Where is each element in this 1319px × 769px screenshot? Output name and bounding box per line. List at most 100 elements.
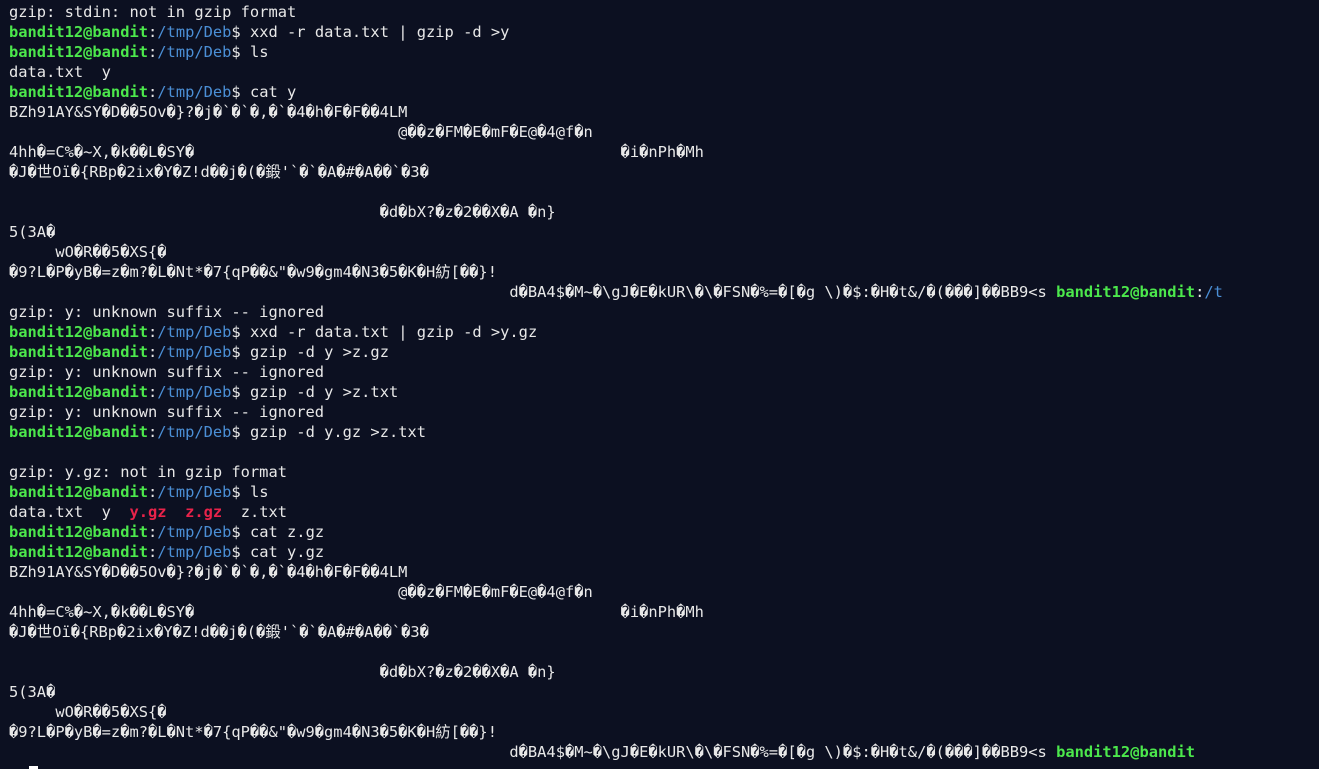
terminal-line: �J�世Oï�{RBp�2ix�Y�Z!d��j�(�鍛'`�`�A�#�A��… bbox=[9, 162, 1319, 182]
command-text: ls bbox=[249, 483, 269, 501]
prompt-dollar: $ bbox=[231, 23, 250, 41]
prompt-path: /tmp/Deb bbox=[157, 523, 232, 541]
terminal-line: gzip: y: unknown suffix -- ignored bbox=[9, 402, 1319, 422]
command-text: cat y.gz bbox=[249, 543, 325, 561]
output-text: gzip: y: unknown suffix -- ignored bbox=[9, 303, 325, 321]
prompt-separator: : bbox=[148, 423, 158, 441]
output-text: 4hh�=C%�~X,�k��L�SY� �i�nPh�Mh bbox=[9, 603, 704, 621]
terminal-output: gzip: stdin: not in gzip format bandit12@… bbox=[9, 2, 1319, 769]
prompt-path: /tmp/Deb bbox=[157, 543, 232, 561]
archive-filename: z.gz bbox=[185, 503, 223, 521]
prompt-dollar: $ bbox=[231, 523, 250, 541]
prompt-path: /tmp/Deb bbox=[157, 383, 232, 401]
prompt-path: /tmp/Deb bbox=[157, 423, 232, 441]
terminal-window[interactable]: gzip: stdin: not in gzip format bandit12@… bbox=[0, 0, 1319, 769]
prompt-user: bandit12@bandit bbox=[1056, 743, 1196, 761]
command-line: bandit12@bandit:/tmp/Deb$ gzip -d y.gz >… bbox=[9, 422, 1319, 442]
prompt-separator: : bbox=[1195, 283, 1205, 301]
archive-filename: y.gz bbox=[129, 503, 167, 521]
output-text: BZh91AY&SY�D��5Ov�}?�j�`�`�,�`�4�h�F�F��… bbox=[9, 563, 408, 581]
command-line: bandit12@bandit:/tmp/Deb$ gzip -d y >z.g… bbox=[9, 342, 1319, 362]
command-text: ls bbox=[249, 43, 269, 61]
prompt-path: /tmp/Deb bbox=[157, 83, 232, 101]
terminal-line: gzip: stdin: not in gzip format bbox=[9, 2, 1319, 22]
prompt-dollar: $ bbox=[231, 83, 250, 101]
prompt-path: /tmp/Deb bbox=[157, 23, 232, 41]
output-text: @��z�FM�E�mF�E@�4@f�n bbox=[9, 123, 593, 141]
command-text: cat y bbox=[249, 83, 297, 101]
prompt-user: bandit12@bandit bbox=[9, 423, 148, 441]
command-text: xxd -r data.txt | gzip -d >y.gz bbox=[249, 323, 538, 341]
output-text: �J�世Oï�{RBp�2ix�Y�Z!d��j�(�鍛'`�`�A�#�A��… bbox=[9, 163, 429, 181]
terminal-line: �9?L�P�yB�=z�m?�L�Nt*�7{qP��&"�w9�gm4�N3… bbox=[9, 262, 1319, 282]
command-line: bandit12@bandit:/tmp/Deb$ cat y bbox=[9, 82, 1319, 102]
prompt-separator: : bbox=[148, 43, 158, 61]
terminal-line: �d�bX?�z�2��X�A �n} bbox=[9, 202, 1319, 222]
prompt-separator: : bbox=[148, 543, 158, 561]
prompt-dollar: $ bbox=[231, 323, 250, 341]
prompt-path: /tmp/Deb bbox=[157, 43, 232, 61]
prompt-user: bandit12@bandit bbox=[9, 83, 148, 101]
command-text: gzip -d y >z.gz bbox=[249, 343, 389, 361]
prompt-path: /tmp/Deb bbox=[157, 343, 232, 361]
output-text: �J�世Oï�{RBp�2ix�Y�Z!d��j�(�鍛'`�`�A�#�A��… bbox=[9, 623, 429, 641]
terminal-line: wO�R��5�XS{� bbox=[9, 242, 1319, 262]
output-text: �9?L�P�yB�=z�m?�L�Nt*�7{qP��&"�w9�gm4�N3… bbox=[9, 263, 497, 281]
command-text: gzip -d y.gz >z.txt bbox=[249, 423, 427, 441]
output-text: gzip: y: unknown suffix -- ignored bbox=[9, 403, 325, 421]
terminal-line: 4hh�=C%�~X,�k��L�SY� �i�nPh�Mh bbox=[9, 142, 1319, 162]
output-text: 4hh�=C%�~X,�k��L�SY� �i�nPh�Mh bbox=[9, 143, 704, 161]
command-line: bandit12@bandit:/tmp/Deb$ cat y.gz bbox=[9, 542, 1319, 562]
prompt-dollar: $ bbox=[231, 423, 250, 441]
prompt-separator: : bbox=[148, 383, 158, 401]
prompt-user: bandit12@bandit bbox=[9, 543, 148, 561]
terminal-line: data.txt y bbox=[9, 62, 1319, 82]
terminal-line: @��z�FM�E�mF�E@�4@f�n bbox=[9, 122, 1319, 142]
output-text: gzip: y: unknown suffix -- ignored bbox=[9, 363, 325, 381]
prompt-user: bandit12@bandit bbox=[9, 323, 148, 341]
input-line[interactable] bbox=[9, 762, 1319, 769]
prompt-path: /tmp/Deb bbox=[157, 323, 232, 341]
output-text: gzip: y.gz: not in gzip format bbox=[9, 463, 287, 481]
prompt-separator: : bbox=[148, 23, 158, 41]
prompt-separator: : bbox=[148, 483, 158, 501]
text-cursor[interactable] bbox=[29, 765, 38, 769]
prompt-path-partial: /t bbox=[1204, 283, 1223, 301]
command-line: bandit12@bandit:/tmp/Deb$ gzip -d y >z.t… bbox=[9, 382, 1319, 402]
prompt-separator: : bbox=[148, 83, 158, 101]
command-line: bandit12@bandit:/tmp/Deb$ xxd -r data.tx… bbox=[9, 322, 1319, 342]
prompt-separator: : bbox=[148, 343, 158, 361]
terminal-line: gzip: y: unknown suffix -- ignored bbox=[9, 362, 1319, 382]
prompt-user: bandit12@bandit bbox=[9, 383, 148, 401]
terminal-line: gzip: y: unknown suffix -- ignored bbox=[9, 302, 1319, 322]
command-line: bandit12@bandit:/tmp/Deb$ cat z.gz bbox=[9, 522, 1319, 542]
command-line: bandit12@bandit:/tmp/Deb$ ls bbox=[9, 482, 1319, 502]
prompt-dollar: $ bbox=[231, 343, 250, 361]
output-text: wO�R��5�XS{� bbox=[9, 703, 167, 721]
output-text: wO�R��5�XS{� bbox=[9, 243, 167, 261]
ls-output: data.txt y y.gz z.gz z.txt bbox=[9, 502, 1319, 522]
prompt-path: /tmp/Deb bbox=[157, 483, 232, 501]
output-text: @��z�FM�E�mF�E@�4@f�n bbox=[9, 583, 593, 601]
filename: z.txt bbox=[222, 503, 288, 521]
output-text: 5(3A� bbox=[9, 683, 56, 701]
prompt-user: bandit12@bandit bbox=[9, 523, 148, 541]
output-text: �d�bX?�z�2��X�A �n} bbox=[9, 203, 556, 221]
terminal-line: 5(3A� bbox=[9, 222, 1319, 242]
terminal-line: �J�世Oï�{RBp�2ix�Y�Z!d��j�(�鍛'`�`�A�#�A��… bbox=[9, 622, 1319, 642]
terminal-line: BZh91AY&SY�D��5Ov�}?�j�`�`�,�`�4�h�F�F��… bbox=[9, 102, 1319, 122]
terminal-line: 5(3A� bbox=[9, 682, 1319, 702]
command-line: bandit12@bandit:/tmp/Deb$ ls bbox=[9, 42, 1319, 62]
output-text: d�BA4$�M~�\gJ�E�kUR\�\�FSN�%=�[�g \)�$:�… bbox=[9, 743, 1057, 761]
terminal-line: @��z�FM�E�mF�E@�4@f�n bbox=[9, 582, 1319, 602]
prompt-user: bandit12@bandit bbox=[9, 483, 148, 501]
prompt-dollar: $ bbox=[231, 43, 250, 61]
filename bbox=[167, 503, 186, 521]
prompt-dollar: $ bbox=[231, 383, 250, 401]
prompt-user: bandit12@bandit bbox=[9, 23, 148, 41]
output-text: gzip: stdin: not in gzip format bbox=[9, 3, 297, 21]
terminal-line: wO�R��5�XS{� bbox=[9, 702, 1319, 722]
